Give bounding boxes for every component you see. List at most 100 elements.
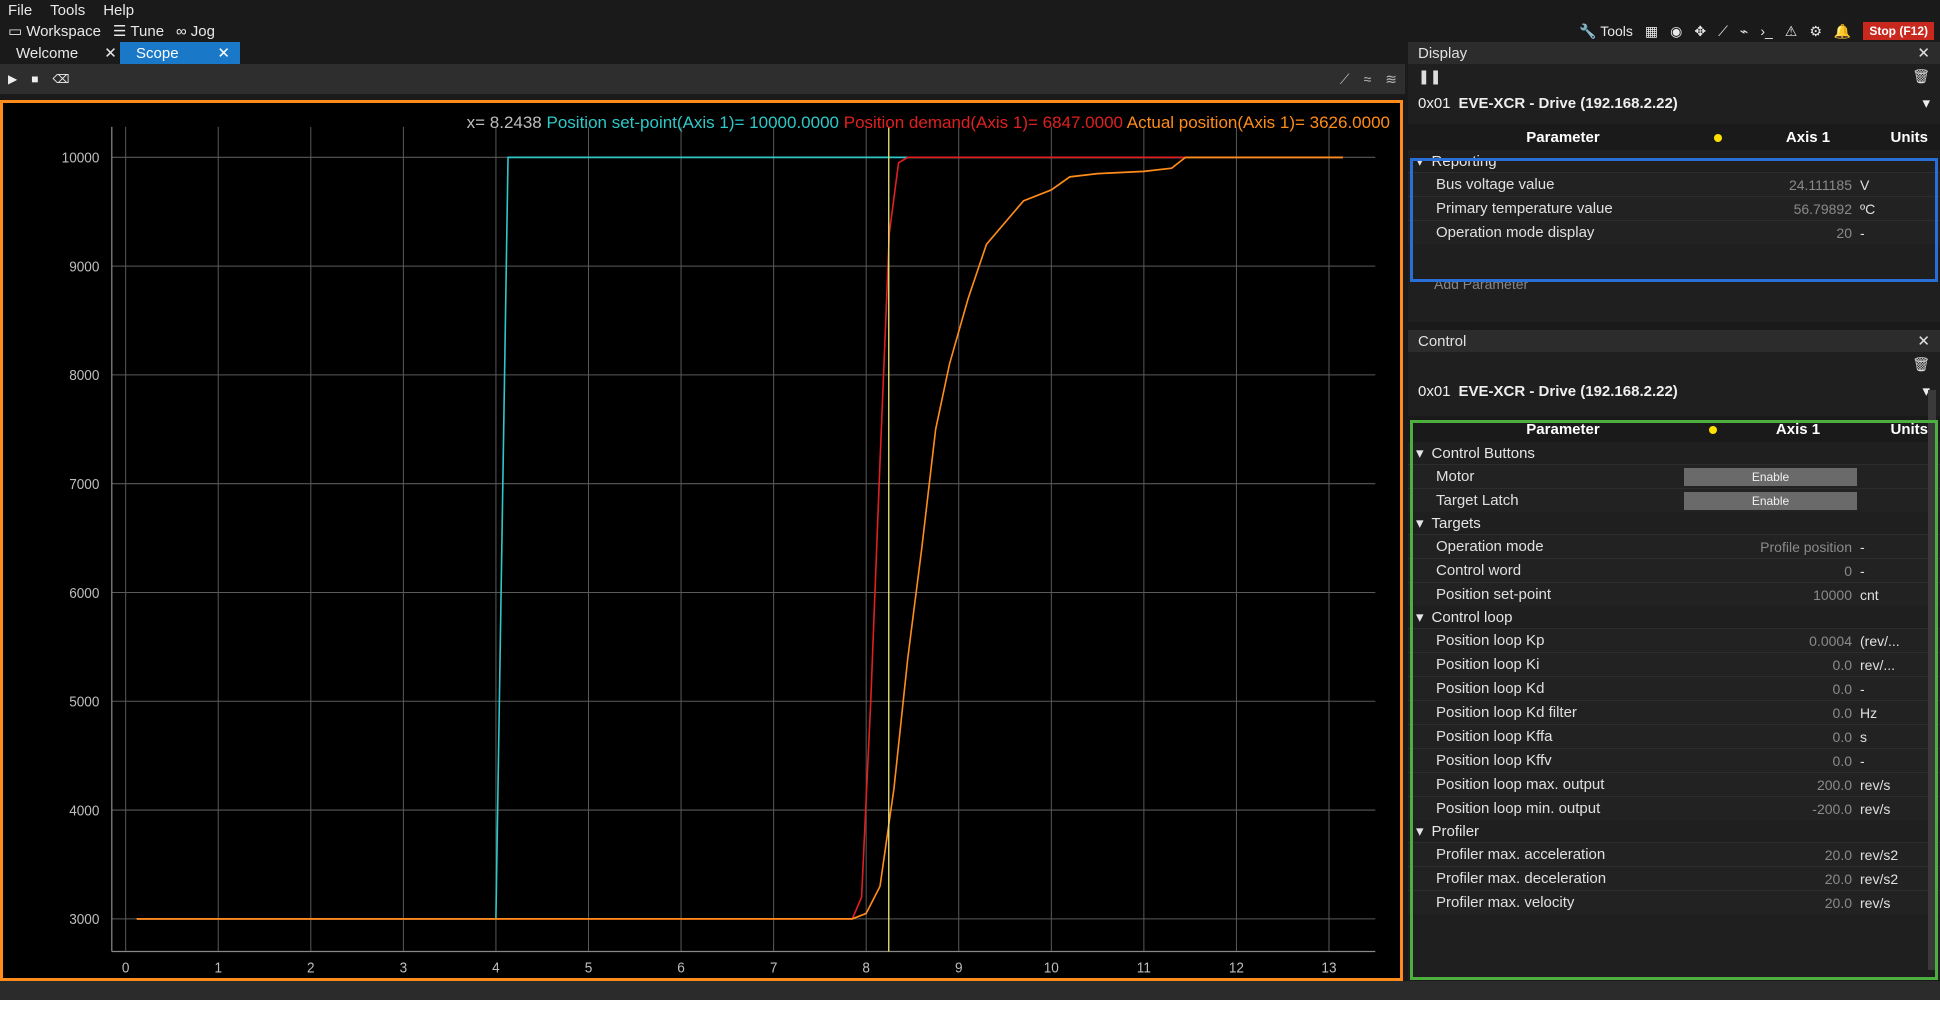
x-tick-label: 1	[214, 959, 222, 976]
close-icon[interactable]: ✕	[1917, 332, 1930, 350]
x-tick-label: 11	[1137, 959, 1151, 976]
move-icon[interactable]: ✥	[1694, 23, 1706, 40]
stop-icon[interactable]: ■	[31, 72, 38, 86]
pause-icon[interactable]: ❚❚	[1418, 68, 1441, 85]
scope-toolbar: ▶ ■ ⌫ ⟋ ≈ ≋	[0, 64, 1405, 94]
menu-tools[interactable]: Tools	[42, 2, 95, 19]
tools-label: Tools	[1600, 22, 1633, 39]
tune-label: Tune	[130, 22, 165, 40]
x-tick-label: 4	[492, 959, 500, 976]
terminal-icon[interactable]: ›_	[1760, 23, 1772, 39]
control-panel-toolbar: 🗑	[1408, 352, 1940, 376]
app-window: File Tools Help ▭ Workspace ☰ Tune ∞ Jog…	[0, 0, 1940, 1000]
x-tick-label: 2	[307, 959, 315, 976]
trend-icon[interactable]: ⟋	[1340, 71, 1350, 88]
tab-welcome-label: Welcome	[16, 44, 79, 62]
display-panel-header: Display ✕	[1408, 42, 1940, 64]
play-icon[interactable]: ▶	[8, 72, 17, 86]
close-icon[interactable]: ✕	[1917, 44, 1930, 62]
legend-actual: Actual position(Axis 1)= 3626.0000	[1126, 113, 1390, 132]
control-panel-title: Control	[1418, 332, 1467, 350]
scope-chart-area[interactable]: 0 1 2 3 4 5 6 7 8 9 10 11 12 13 3000 4000 5000 6000 7000 80…	[0, 100, 1403, 981]
x-tick-label: 3	[400, 959, 408, 976]
tab-welcome[interactable]: Welcome ✕	[0, 42, 120, 64]
drive-id: 0x01	[1418, 94, 1451, 112]
tab-scope-label: Scope	[136, 44, 179, 62]
highlight-frame-blue	[1410, 158, 1938, 282]
chevron-down-icon: ▾	[1922, 95, 1930, 112]
display-drive-selector[interactable]: 0x01 EVE-XCR - Drive (192.168.2.22) ▾	[1408, 88, 1940, 118]
gear-icon[interactable]: ⚙	[1809, 23, 1822, 40]
cursor-x-readout: x= 8.2438	[466, 113, 542, 132]
trash-icon[interactable]: 🗑	[1912, 68, 1930, 85]
control-panel-header: Control ✕	[1408, 330, 1940, 352]
x-tick-label: 6	[677, 959, 685, 976]
actual-series-line	[136, 156, 1343, 920]
menu-file[interactable]: File	[0, 2, 42, 19]
setpoint-series-line	[136, 156, 1343, 920]
warning-icon[interactable]: ⚠	[1785, 23, 1798, 40]
y-tick-label: 9000	[69, 258, 99, 275]
y-tick-label: 6000	[69, 584, 99, 601]
trash-icon[interactable]: 🗑	[1912, 356, 1930, 373]
display-table-header: Parameter Axis 1 Units	[1408, 124, 1940, 150]
bell-icon[interactable]: 🔔	[1834, 23, 1851, 40]
x-tick-label: 12	[1229, 959, 1244, 976]
workspace-button[interactable]: ▭ Workspace	[0, 22, 105, 41]
scope-chart[interactable]: 0 1 2 3 4 5 6 7 8 9 10 11 12 133000400050006000700080…	[3, 103, 1400, 978]
workspace-label: Workspace	[26, 22, 101, 40]
y-tick-label: 10000	[62, 149, 100, 166]
col-units: Units	[1890, 128, 1929, 146]
eraser-icon[interactable]: ⌫	[52, 72, 69, 86]
jog-icon: ∞	[176, 22, 187, 40]
close-icon[interactable]: ✕	[217, 44, 230, 62]
jog-button[interactable]: ∞ Jog	[168, 23, 219, 40]
display-panel-toolbar: ❚❚ 🗑	[1408, 64, 1940, 88]
highlight-frame-green	[1410, 420, 1938, 980]
col-axis: Axis 1	[1785, 128, 1831, 146]
x-tick-label: 5	[585, 959, 593, 976]
workspace-icon: ▭	[8, 23, 23, 40]
y-tick-label: 8000	[69, 367, 99, 384]
x-tick-label: 0	[122, 959, 130, 976]
drive-id: 0x01	[1418, 382, 1451, 400]
filter-icon[interactable]: ≋	[1385, 71, 1397, 88]
demand-series-line	[136, 156, 1343, 920]
wrench-icon: 🔧	[1579, 22, 1597, 39]
legend-setpoint: Position set-point(Axis 1)= 10000.0000	[546, 113, 840, 132]
display-panel-title: Display	[1418, 44, 1468, 62]
x-tick-label: 9	[955, 959, 963, 976]
menu-bar: File Tools Help	[0, 0, 1940, 20]
status-dot-icon	[1678, 129, 1758, 146]
document-tabs: Welcome ✕ Scope ✕	[0, 42, 1405, 64]
status-bar	[0, 981, 1940, 1000]
eye-icon[interactable]: ◉	[1670, 23, 1682, 40]
x-tick-label: 7	[770, 959, 778, 976]
col-parameter: Parameter	[1526, 128, 1600, 146]
y-tick-label: 4000	[69, 802, 99, 819]
tab-scope[interactable]: Scope ✕	[120, 42, 240, 64]
drive-name: EVE-XCR - Drive (192.168.2.22)	[1458, 382, 1678, 400]
stop-button[interactable]: Stop (F12)	[1863, 22, 1934, 40]
x-tick-label: 13	[1321, 959, 1336, 976]
y-tick-label: 7000	[69, 476, 99, 493]
y-tick-label: 3000	[69, 911, 99, 928]
close-icon[interactable]: ✕	[104, 44, 117, 62]
cursor-legend: x= 8.2438 Position set-point(Axis 1)= 10…	[467, 113, 1390, 133]
jog-label: Jog	[190, 22, 215, 40]
main-toolbar: ▭ Workspace ☰ Tune ∞ Jog 🔧 Tools ▦ ◉ ✥ ⟋…	[0, 20, 1940, 42]
menu-help[interactable]: Help	[95, 2, 144, 19]
control-drive-selector[interactable]: 0x01 EVE-XCR - Drive (192.168.2.22) ▾	[1408, 376, 1940, 406]
y-tick-label: 5000	[69, 693, 99, 710]
x-tick-label: 8	[862, 959, 870, 976]
signal-icon[interactable]: ⌁	[1740, 23, 1748, 40]
chart-icon[interactable]: ⟋	[1718, 23, 1728, 40]
x-tick-label: 10	[1044, 959, 1059, 976]
zoom-icon[interactable]: ≈	[1364, 71, 1372, 88]
drive-name: EVE-XCR - Drive (192.168.2.22)	[1458, 94, 1678, 112]
legend-demand: Position demand(Axis 1)= 6847.0000	[843, 113, 1123, 132]
tune-button[interactable]: ☰ Tune	[105, 22, 168, 41]
table-icon[interactable]: ▦	[1645, 23, 1658, 40]
tools-button[interactable]: 🔧 Tools	[1579, 23, 1633, 40]
tune-icon: ☰	[112, 23, 127, 40]
